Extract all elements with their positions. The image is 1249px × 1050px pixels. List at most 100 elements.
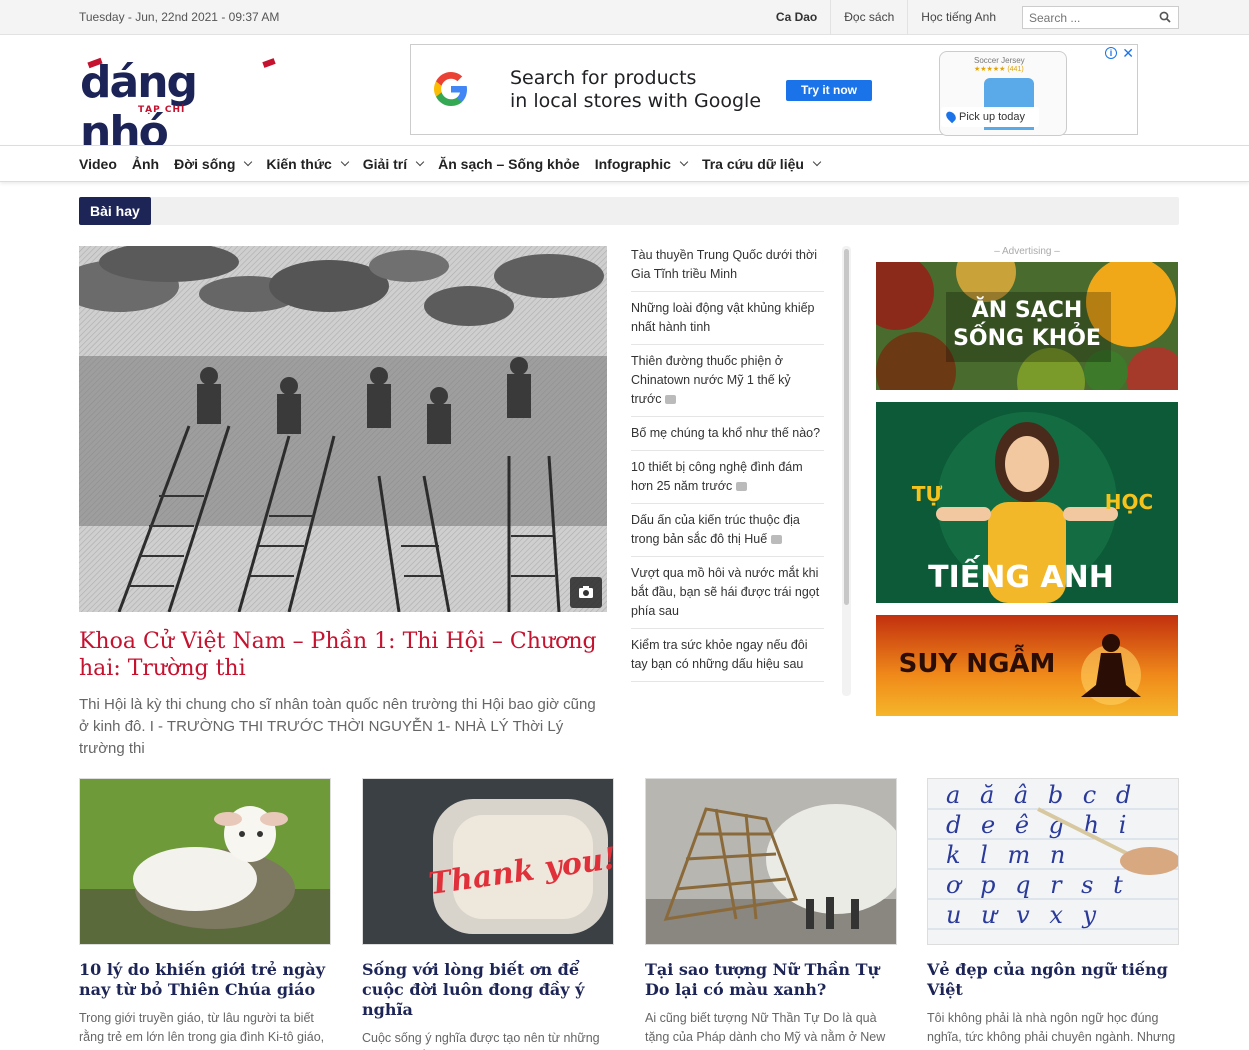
card-title[interactable]: Vẻ đẹp của ngôn ngữ tiếng Việt xyxy=(927,960,1179,1000)
nav-item-label: Tra cứu dữ liệu xyxy=(701,156,804,172)
article-card[interactable]: 10 lý do khiến giới trẻ ngày nay từ bỏ T… xyxy=(79,778,331,1047)
card-title[interactable]: Sống với lòng biết ơn để cuộc đời luôn đ… xyxy=(362,960,614,1020)
ad-headline: Search for products in local stores with… xyxy=(510,67,761,113)
card-title[interactable]: Tại sao tượng Nữ Thần Tự Do lại có màu x… xyxy=(645,960,897,1000)
list-item[interactable]: Thiên đường thuốc phiện ở Chinatown nước… xyxy=(631,352,824,417)
nav-item-label: Ảnh xyxy=(131,156,160,172)
nav-item-6[interactable]: Infographic xyxy=(595,156,689,172)
top-link-hoc-tieng-anh[interactable]: Học tiếng Anh xyxy=(907,0,1009,35)
ad-close-icon[interactable]: ✕ xyxy=(1122,45,1134,62)
top-link-doc-sach[interactable]: Đọc sách xyxy=(830,0,907,35)
alphabet-row: k l m n xyxy=(946,841,1071,869)
top-bar: Tuesday - Jun, 22nd 2021 - 09:37 AM Ca D… xyxy=(0,0,1249,35)
alphabet-row: d e ê g h i xyxy=(946,811,1132,839)
search-icon[interactable] xyxy=(1159,11,1171,23)
chevron-down-icon[interactable] xyxy=(244,157,253,167)
card-thumbnail-vietnamese-alphabet[interactable]: a ă â b c d d e ê g h i k l m n ơ p q r … xyxy=(927,778,1179,945)
section-tag[interactable]: Bài hay xyxy=(79,197,151,225)
article-card[interactable]: a ă â b c d d e ê g h i k l m n ơ p q r … xyxy=(927,778,1179,1050)
card-thumbnail-statue-workshop[interactable] xyxy=(645,778,897,945)
nav-item-4[interactable]: Giải trí xyxy=(362,156,425,172)
card-excerpt: Ai cũng biết tượng Nữ Thần Tự Do là quà … xyxy=(645,1011,886,1044)
try-it-now-button[interactable]: Try it now xyxy=(786,80,872,101)
list-item-title: Thiên đường thuốc phiện ở Chinatown nước… xyxy=(631,354,791,406)
list-item-title: Tàu thuyền Trung Quốc dưới thời Gia Tĩnh… xyxy=(631,248,817,281)
camera-icon xyxy=(736,482,748,492)
featured-image[interactable] xyxy=(79,246,607,612)
location-pin-icon xyxy=(944,109,958,124)
featured-title[interactable]: Khoa Cử Việt Nam – Phần 1: Thi Hội – Chư… xyxy=(79,628,609,682)
ad-info-icon[interactable]: i xyxy=(1105,47,1117,59)
ad1-line1: ĂN SẠCH xyxy=(971,298,1083,323)
chevron-down-icon[interactable] xyxy=(812,157,822,167)
card-excerpt: Tôi không phải là nhà ngôn ngữ học đúng … xyxy=(927,1011,1176,1050)
nav-item-5[interactable]: Ăn sạch – Sống khỏe xyxy=(438,156,580,172)
chevron-down-icon[interactable] xyxy=(415,157,425,167)
list-item[interactable]: Bố mẹ chúng ta khổ như thế nào? xyxy=(631,424,824,451)
nav-item-label: Đời sống xyxy=(174,156,236,172)
list-item-title: Những loài động vật khủng khiếp nhất hàn… xyxy=(631,301,815,334)
alphabet-row: a ă â b c d xyxy=(946,781,1137,809)
top-links: Ca Dao Đọc sách Học tiếng Anh xyxy=(763,0,1009,35)
list-item[interactable]: Kiểm tra sức khỏe ngay nếu đôi tay bạn c… xyxy=(631,636,824,682)
alphabet-row: ơ p q r s t xyxy=(946,871,1129,899)
product-title: Soccer Jersey xyxy=(974,56,1025,65)
ad-headline-line1: Search for products xyxy=(510,67,697,89)
alphabet-row: u ư v x y xyxy=(946,901,1102,929)
nav-item-2[interactable]: Đời sống xyxy=(174,156,253,172)
nav-item-3[interactable]: Kiến thức xyxy=(266,156,350,172)
list-item-title: Bố mẹ chúng ta khổ như thế nào? xyxy=(631,426,821,440)
list-item-title: 10 thiết bị công nghệ đình đám hơn 25 nă… xyxy=(631,460,803,493)
logo-sub-text: TẠP CHÍ xyxy=(138,105,186,115)
camera-icon xyxy=(570,577,602,608)
article-card[interactable]: Tại sao tượng Nữ Thần Tự Do lại có màu x… xyxy=(645,778,897,1047)
ad2-word3: TIẾNG ANH xyxy=(928,560,1114,595)
top-link-ca-dao[interactable]: Ca Dao xyxy=(763,0,830,35)
header-ad-banner[interactable]: Search for products in local stores with… xyxy=(410,44,1138,136)
ad-headline-line2: in local stores with Google xyxy=(510,90,762,112)
advertising-label: – Advertising – xyxy=(994,246,1060,257)
pickup-badge: Pick up today xyxy=(941,107,1039,127)
featured-engraving xyxy=(79,246,607,612)
list-item[interactable]: Tàu thuyền Trung Quốc dưới thời Gia Tĩnh… xyxy=(631,246,824,292)
nav-item-0[interactable]: Video xyxy=(79,156,117,172)
chevron-down-icon[interactable] xyxy=(340,157,350,167)
nav-item-1[interactable]: Ảnh xyxy=(132,156,159,172)
google-logo-icon xyxy=(434,72,467,106)
card-thumbnail-lamb[interactable] xyxy=(79,778,331,945)
list-item[interactable]: Dấu ấn của kiến trúc thuộc địa trong bản… xyxy=(631,511,824,557)
chevron-down-icon[interactable] xyxy=(679,157,689,167)
search-input[interactable] xyxy=(1023,7,1148,28)
card-excerpt: Trong giới truyền giáo, từ lâu người ta … xyxy=(79,1011,325,1044)
ad3-text: SUY NGẪM xyxy=(898,649,1056,679)
ad-tu-hoc-tieng-anh[interactable]: TỰ HỌC TIẾNG ANH xyxy=(876,402,1178,603)
list-item-title: Vượt qua mồ hôi và nước mắt khi bắt đầu,… xyxy=(631,566,820,618)
article-card[interactable]: Thank you! Sống với lòng biết ơn để cuộc… xyxy=(362,778,614,1050)
card-thumbnail-thank-you-sign[interactable]: Thank you! xyxy=(362,778,614,945)
ad-suy-ngam[interactable]: SUY NGẪM xyxy=(876,615,1178,716)
camera-icon xyxy=(665,395,677,405)
nav-item-7[interactable]: Tra cứu dữ liệu xyxy=(701,156,822,172)
card-excerpt: Cuộc sống ý nghĩa được tạo nên từ những … xyxy=(362,1031,600,1045)
pickup-text: Pick up today xyxy=(959,111,1026,123)
search-box xyxy=(1022,6,1179,29)
list-scrollbar-thumb[interactable] xyxy=(844,249,849,605)
nav-item-label: Video xyxy=(79,156,117,172)
list-item[interactable]: Những loài động vật khủng khiếp nhất hàn… xyxy=(631,299,824,345)
main-nav: Video Ảnh Đời sống Kiến thức Giải trí Ăn sạch… xyxy=(0,145,1249,182)
ad1-line2: SỐNG KHỎE xyxy=(953,326,1101,351)
card-title[interactable]: 10 lý do khiến giới trẻ ngày nay từ bỏ T… xyxy=(79,960,331,1000)
nav-item-label: Kiến thức xyxy=(266,156,332,172)
nav-item-label: Ăn sạch – Sống khỏe xyxy=(438,156,580,172)
list-item[interactable]: Vượt qua mồ hôi và nước mắt khi bắt đầu,… xyxy=(631,564,824,629)
camera-icon xyxy=(771,535,783,545)
article-list: Tàu thuyền Trung Quốc dưới thời Gia Tĩnh… xyxy=(631,246,824,694)
section-header: Bài hay xyxy=(79,197,1179,225)
product-rating: ★★★★★ (441) xyxy=(974,66,1024,73)
site-logo[interactable]: dáng nhó TẠP CHÍ xyxy=(80,58,290,158)
nav-item-label: Giải trí xyxy=(362,156,408,172)
list-item[interactable]: 10 thiết bị công nghệ đình đám hơn 25 nă… xyxy=(631,458,824,504)
list-item-title: Kiểm tra sức khỏe ngay nếu đôi tay bạn c… xyxy=(631,638,808,671)
current-date: Tuesday - Jun, 22nd 2021 - 09:37 AM xyxy=(79,10,280,24)
ad-an-sach-song-khoe[interactable]: ĂN SẠCH SỐNG KHỎE xyxy=(876,262,1178,390)
